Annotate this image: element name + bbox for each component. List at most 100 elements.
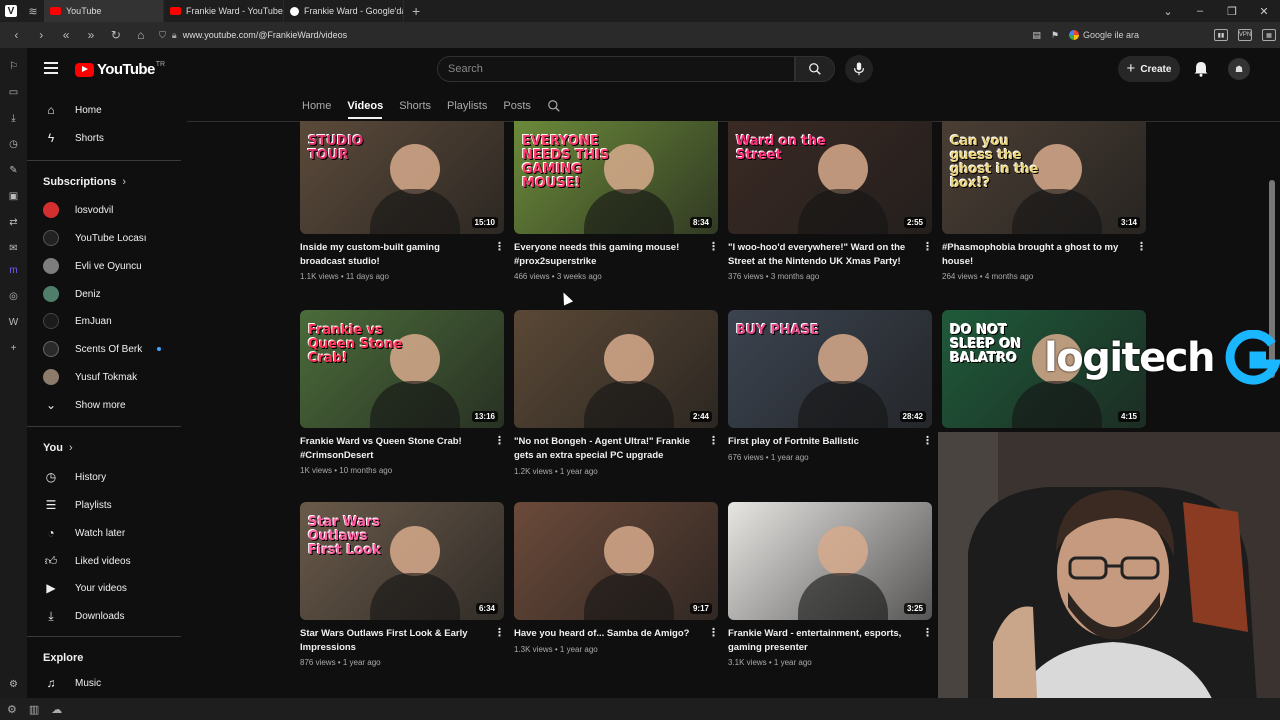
video-thumbnail[interactable]: STUDIO TOUR 15:10 <box>300 121 504 234</box>
subscription-item[interactable]: Scents Of Berk <box>27 336 181 362</box>
subscription-item[interactable]: losvodvil <box>27 197 181 223</box>
tab-posts[interactable]: Posts <box>503 100 531 112</box>
sidebar-item-shorts[interactable]: ϟ Shorts <box>27 125 181 151</box>
subscription-item[interactable]: YouTube Locası <box>27 225 181 251</box>
window-panel-icon[interactable]: ▣ <box>7 190 20 203</box>
rewind-icon[interactable]: « <box>54 28 79 42</box>
video-thumbnail[interactable]: BUY PHASE 28:42 <box>728 310 932 428</box>
extensions-grid-icon[interactable]: ▦ <box>1261 29 1276 41</box>
more-options-icon[interactable]: ⋮ <box>922 240 933 253</box>
video-title[interactable]: "I woo-hoo'd everywhere!" Ward on the St… <box>728 241 914 268</box>
subscription-item[interactable]: Yusuf Tokmak <box>27 364 181 390</box>
history-panel-icon[interactable]: ◷ <box>7 138 20 151</box>
sidebar-item-playlists[interactable]: ☰ Playlists <box>27 492 181 518</box>
video-card[interactable]: Can you guess the ghost in the box!? 3:14… <box>942 121 1147 281</box>
browser-tab-youtube[interactable]: YouTube <box>44 0 164 22</box>
more-options-icon[interactable]: ⋮ <box>494 240 505 253</box>
reader-view-icon[interactable]: ▤ <box>1032 30 1041 41</box>
video-title[interactable]: Frankie Ward vs Queen Stone Crab! #Crims… <box>300 435 486 462</box>
video-card[interactable]: STUDIO TOUR 15:10 Inside my custom-built g… <box>300 121 505 281</box>
video-title[interactable]: "No not Bongeh - Agent Ultra!" Frankie g… <box>514 435 700 463</box>
fast-forward-icon[interactable]: » <box>79 28 104 42</box>
video-thumbnail[interactable]: 3:25 <box>728 502 932 620</box>
bookmarks-panel-icon[interactable]: ⚐ <box>7 60 20 73</box>
video-card[interactable]: Star Wars Outlaws First Look 6:34 Star War… <box>300 502 505 667</box>
browser-tab-google-search[interactable]: Frankie Ward - Google'da A <box>284 0 404 22</box>
translate-panel-icon[interactable]: ⇄ <box>7 216 20 229</box>
downloads-panel-icon[interactable]: ⤓ <box>7 112 20 125</box>
add-panel-icon[interactable]: + <box>7 342 20 355</box>
sidebar-item-liked-videos[interactable]: 👍︎ Liked videos <box>27 548 181 574</box>
new-tab-button[interactable]: + <box>404 3 428 19</box>
subscriptions-heading[interactable]: Subscriptions › <box>43 176 126 188</box>
tab-list-icon[interactable]: ⌄ <box>1152 5 1184 18</box>
video-card[interactable]: 9:17 Have you heard of... Samba de Amigo?… <box>514 502 719 654</box>
subscription-item[interactable]: EmJuan <box>27 308 181 334</box>
mail-panel-icon[interactable]: ✉ <box>7 242 20 255</box>
forward-icon[interactable]: › <box>29 28 54 42</box>
url-field[interactable]: ⛉ 🔒︎ www.youtube.com/@FrankieWard/videos <box>159 30 1024 41</box>
settings-gear-icon[interactable]: ⚙ <box>7 703 17 716</box>
voice-search-button[interactable] <box>845 55 873 83</box>
video-title[interactable]: Have you heard of... Samba de Amigo? <box>514 627 700 641</box>
more-options-icon[interactable]: ⋮ <box>708 626 719 639</box>
more-options-icon[interactable]: ⋮ <box>708 434 719 447</box>
create-button[interactable]: + Create <box>1118 56 1180 82</box>
reading-list-icon[interactable]: ▭ <box>7 86 20 99</box>
tab-playlists[interactable]: Playlists <box>447 100 487 112</box>
channel-search-icon[interactable] <box>547 99 561 113</box>
video-thumbnail[interactable]: Star Wars Outlaws First Look 6:34 <box>300 502 504 620</box>
wikipedia-panel-icon[interactable]: W <box>7 316 20 329</box>
home-page-icon[interactable]: ⌂ <box>128 28 153 42</box>
video-card[interactable]: BUY PHASE 28:42 First play of Fortnite Bal… <box>728 310 933 462</box>
show-more-button[interactable]: ⌄ Show more <box>27 392 181 418</box>
youtube-logo[interactable]: YouTube TR <box>75 61 165 78</box>
video-card[interactable]: 2:44 "No not Bongeh - Agent Ultra!" Frank… <box>514 310 719 476</box>
tab-videos[interactable]: Videos <box>347 100 383 112</box>
video-title[interactable]: Everyone needs this gaming mouse! #prox2… <box>514 241 700 268</box>
search-button[interactable] <box>795 56 835 82</box>
video-thumbnail[interactable]: Ward on the Street 2:55 <box>728 121 932 234</box>
search-input[interactable]: Search <box>437 56 795 82</box>
tab-stack-icon[interactable]: ≋ <box>22 0 44 22</box>
video-card[interactable]: 3:25 Frankie Ward - entertainment, esport… <box>728 502 933 667</box>
video-thumbnail[interactable]: Frankie vs Queen Stone Crab! 13:16 <box>300 310 504 428</box>
bookmark-icon[interactable]: ⚑ <box>1051 30 1059 41</box>
maximize-icon[interactable]: ❐ <box>1216 5 1248 18</box>
video-thumbnail[interactable]: 9:17 <box>514 502 718 620</box>
video-thumbnail[interactable]: 2:44 <box>514 310 718 428</box>
notifications-button[interactable] <box>1191 59 1211 79</box>
feeds-panel-icon[interactable]: ◎ <box>7 290 20 303</box>
search-engine-field[interactable]: Google ile ara <box>1068 30 1204 40</box>
sidebar-item-watch-later[interactable]: ◔ Watch later <box>27 520 181 546</box>
video-title[interactable]: Frankie Ward - entertainment, esports, g… <box>728 627 914 654</box>
video-title[interactable]: #Phasmophobia brought a ghost to my hous… <box>942 241 1128 268</box>
more-options-icon[interactable]: ⋮ <box>494 434 505 447</box>
more-options-icon[interactable]: ⋮ <box>708 240 719 253</box>
browser-tab-frankie-youtube[interactable]: Frankie Ward - YouTube <box>164 0 284 22</box>
notes-panel-icon[interactable]: ✎ <box>7 164 20 177</box>
video-card[interactable]: Frankie vs Queen Stone Crab! 13:16 Frankie… <box>300 310 505 475</box>
video-title[interactable]: Inside my custom-built gaming broadcast … <box>300 241 486 268</box>
tab-shorts[interactable]: Shorts <box>399 100 431 112</box>
panel-toggle-icon[interactable]: ▥ <box>29 703 39 716</box>
video-card[interactable]: Ward on the Street 2:55 "I woo-hoo'd every… <box>728 121 933 281</box>
sidebar-item-history[interactable]: ◷ History <box>27 464 181 490</box>
video-title[interactable]: Star Wars Outlaws First Look & Early Imp… <box>300 627 486 654</box>
more-options-icon[interactable]: ⋮ <box>922 434 933 447</box>
reload-icon[interactable]: ↻ <box>103 28 128 42</box>
more-options-icon[interactable]: ⋮ <box>1136 240 1147 253</box>
vpn-badge[interactable]: VPN <box>1237 29 1252 41</box>
minimize-icon[interactable]: – <box>1184 5 1216 18</box>
sidebar-item-music[interactable]: ♫ Music <box>27 670 181 696</box>
account-avatar[interactable]: ☗ <box>1228 58 1250 80</box>
sidebar-item-downloads[interactable]: ⤓ Downloads <box>27 603 181 629</box>
extension-icon[interactable]: ▮▮ <box>1213 29 1228 41</box>
video-thumbnail[interactable]: EVERYONE NEEDS THIS GAMING MOUSE! 8:34 <box>514 121 718 234</box>
close-icon[interactable]: ✕ <box>1248 5 1280 18</box>
settings-gear-icon[interactable]: ⚙ <box>7 678 20 691</box>
tab-home[interactable]: Home <box>302 100 331 112</box>
video-card[interactable]: EVERYONE NEEDS THIS GAMING MOUSE! 8:34 Eve… <box>514 121 719 281</box>
menu-icon[interactable] <box>44 62 58 74</box>
video-title[interactable]: First play of Fortnite Ballistic <box>728 435 914 449</box>
